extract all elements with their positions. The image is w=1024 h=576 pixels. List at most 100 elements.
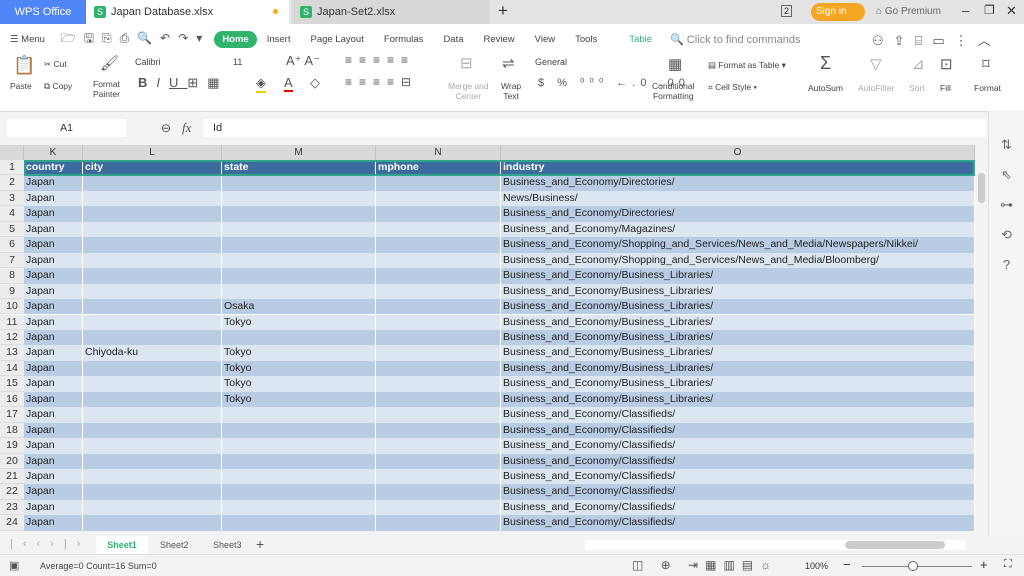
- cell[interactable]: [222, 206, 376, 222]
- row-header[interactable]: 15: [0, 376, 24, 392]
- row-header[interactable]: 11: [0, 314, 24, 330]
- merge-center-button[interactable]: Merge and Center: [448, 81, 489, 101]
- formula-input[interactable]: Id: [203, 119, 986, 137]
- cell[interactable]: Business_and_Economy/Classifieds/: [501, 407, 975, 423]
- cell[interactable]: Japan: [24, 299, 83, 315]
- cell[interactable]: Business_and_Economy/Business_Libraries/: [501, 360, 975, 377]
- cell[interactable]: [83, 360, 222, 377]
- cell[interactable]: [376, 515, 501, 531]
- cell[interactable]: [83, 283, 222, 300]
- wps-office-tab[interactable]: WPS Office: [0, 0, 86, 24]
- row-header[interactable]: 22: [0, 484, 24, 500]
- scroll-thumb[interactable]: [978, 173, 985, 203]
- cell[interactable]: [376, 422, 501, 439]
- zoom-formula-icon[interactable]: ⊖: [161, 121, 171, 135]
- row-header[interactable]: 14: [0, 360, 24, 377]
- cell[interactable]: [376, 252, 501, 269]
- cell[interactable]: Business_and_Economy/Business_Libraries/: [501, 329, 975, 346]
- tab-japan-set2[interactable]: S Japan-Set2.xlsx: [292, 0, 490, 24]
- column-header-K[interactable]: K: [24, 145, 83, 160]
- cell[interactable]: [83, 422, 222, 439]
- cell[interactable]: Business_and_Economy/Directories/: [501, 206, 975, 222]
- cell[interactable]: [83, 453, 222, 469]
- tab-home[interactable]: Home: [214, 30, 257, 48]
- tab-table[interactable]: Table: [619, 34, 662, 45]
- tab-formulas[interactable]: Formulas: [374, 34, 434, 45]
- cell[interactable]: Japan: [24, 422, 83, 439]
- cell[interactable]: Japan: [24, 252, 83, 269]
- cell[interactable]: Business_and_Economy/Business_Libraries/: [501, 314, 975, 330]
- cell[interactable]: Business_and_Economy/Business_Libraries/: [501, 376, 975, 392]
- tab-tools[interactable]: Tools: [565, 34, 607, 45]
- cell[interactable]: [83, 175, 222, 191]
- maximize-button[interactable]: ❐: [984, 3, 995, 17]
- cell[interactable]: Business_and_Economy/Business_Libraries/: [501, 391, 975, 408]
- format-button[interactable]: Format: [974, 83, 1001, 93]
- row-header[interactable]: 21: [0, 469, 24, 485]
- cut-button[interactable]: ✂ Cut: [44, 59, 67, 70]
- cell[interactable]: [222, 329, 376, 346]
- cell[interactable]: Tokyo: [222, 345, 376, 361]
- sheet-tab-sheet3[interactable]: Sheet3: [213, 540, 242, 550]
- cell[interactable]: Japan: [24, 206, 83, 222]
- cell[interactable]: Japan: [24, 190, 83, 207]
- font-size-buttons[interactable]: A⁺ A⁻: [286, 53, 320, 69]
- cell[interactable]: Japan: [24, 221, 83, 238]
- cell[interactable]: Tokyo: [222, 376, 376, 392]
- row-header[interactable]: 8: [0, 268, 24, 284]
- cell[interactable]: [83, 438, 222, 454]
- zoom-in-button[interactable]: +: [980, 557, 988, 572]
- cell[interactable]: [83, 329, 222, 346]
- cell[interactable]: Japan: [24, 314, 83, 330]
- row-header[interactable]: 9: [0, 283, 24, 300]
- row-header[interactable]: 6: [0, 237, 24, 253]
- autofilter-button[interactable]: AutoFilter: [858, 83, 894, 93]
- view-mode-buttons[interactable]: ◫ ⊕ ⇥▦▥▤☼: [632, 558, 778, 572]
- cell[interactable]: [376, 407, 501, 423]
- zoom-out-button[interactable]: −: [843, 557, 851, 572]
- cell[interactable]: [376, 175, 501, 191]
- cell[interactable]: [222, 438, 376, 454]
- name-box[interactable]: A1: [7, 119, 126, 137]
- cell[interactable]: Business_and_Economy/Classifieds/: [501, 422, 975, 439]
- cell[interactable]: [222, 484, 376, 500]
- cell[interactable]: [376, 190, 501, 207]
- cell[interactable]: [83, 499, 222, 516]
- format-as-table-button[interactable]: ▤ Format as Table ▾: [708, 60, 786, 71]
- cell[interactable]: [376, 484, 501, 500]
- row-header[interactable]: 2: [0, 175, 24, 191]
- cell[interactable]: state: [222, 160, 376, 176]
- cell[interactable]: [83, 252, 222, 269]
- cell[interactable]: Business_and_Economy/Classifieds/: [501, 469, 975, 485]
- cell[interactable]: [222, 190, 376, 207]
- cell[interactable]: Japan: [24, 268, 83, 284]
- cell[interactable]: Tokyo: [222, 360, 376, 377]
- cell[interactable]: [222, 453, 376, 469]
- cell[interactable]: [222, 283, 376, 300]
- sign-in-button[interactable]: Sign in: [811, 3, 865, 21]
- cell[interactable]: Business_and_Economy/Classifieds/: [501, 499, 975, 516]
- zoom-level[interactable]: 100%: [805, 561, 828, 571]
- conditional-formatting-button[interactable]: Conditional Formatting: [652, 81, 695, 101]
- right-menu-icons[interactable]: ⚇⇪⌸▭⋮︿: [872, 30, 1001, 49]
- cell[interactable]: [222, 469, 376, 485]
- cell[interactable]: Business_and_Economy/Classifieds/: [501, 515, 975, 531]
- cell[interactable]: Business_and_Economy/Shopping_and_Servic…: [501, 237, 975, 253]
- cell[interactable]: [376, 376, 501, 392]
- wrap-text-button[interactable]: Wrap Text: [501, 81, 521, 101]
- cell[interactable]: [376, 221, 501, 238]
- cell[interactable]: [83, 314, 222, 330]
- minimize-button[interactable]: –: [962, 3, 969, 18]
- cell[interactable]: [376, 314, 501, 330]
- status-icon[interactable]: ▣: [9, 559, 19, 572]
- fx-icon[interactable]: fx: [182, 120, 191, 136]
- cell[interactable]: Business_and_Economy/Business_Libraries/: [501, 345, 975, 361]
- tab-page-layout[interactable]: Page Layout: [300, 34, 373, 45]
- alignment-buttons[interactable]: ≡≡≡≡≡: [345, 53, 415, 67]
- cell[interactable]: Japan: [24, 515, 83, 531]
- vertical-scrollbar[interactable]: [975, 145, 988, 536]
- cell[interactable]: [83, 407, 222, 423]
- row-header[interactable]: 20: [0, 453, 24, 469]
- sheet-tab-sheet2[interactable]: Sheet2: [160, 540, 189, 550]
- cell[interactable]: [83, 391, 222, 408]
